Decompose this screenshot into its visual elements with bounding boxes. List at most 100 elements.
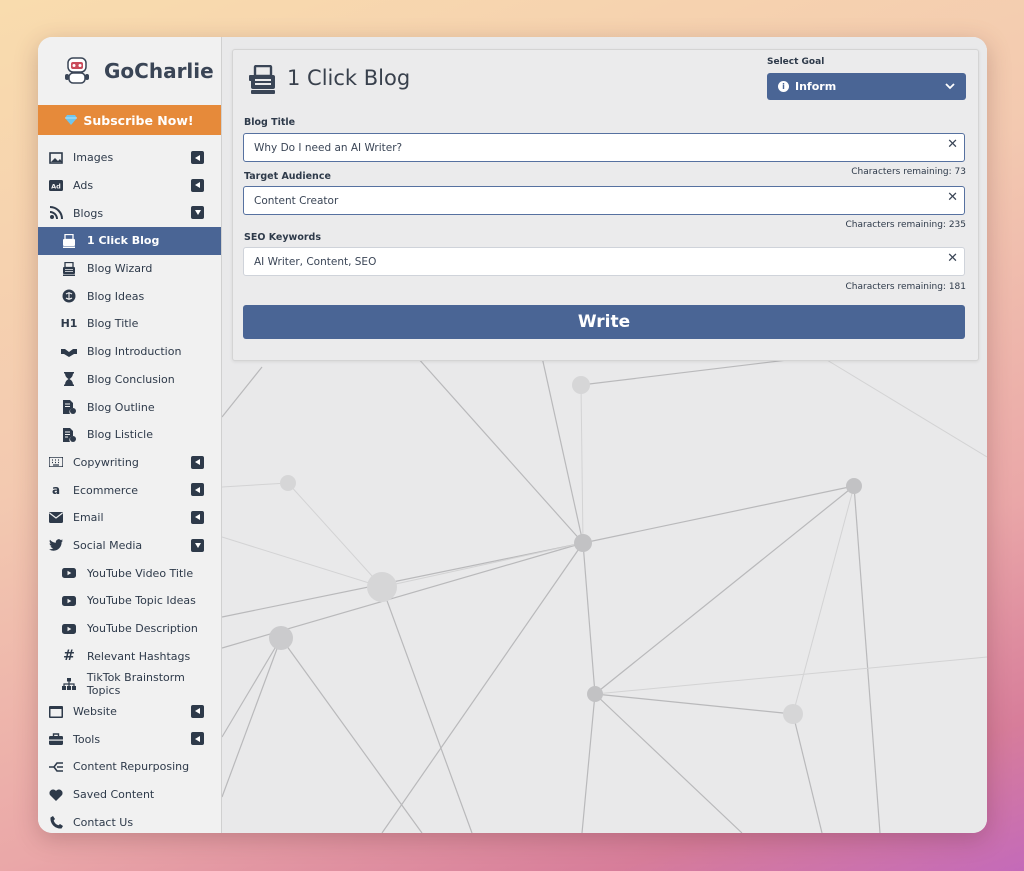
sidebar-item-email[interactable]: Email <box>38 504 221 532</box>
caret-left-icon[interactable] <box>191 455 204 469</box>
sidebar-item-label: Ads <box>73 179 94 193</box>
seo-keywords-label: SEO Keywords <box>244 232 321 243</box>
brain-icon <box>61 288 77 304</box>
sidebar-item-blog-outline[interactable]: Blog Outline <box>38 393 221 421</box>
goal-select[interactable]: i Inform <box>767 73 966 100</box>
keyboard-icon <box>48 454 64 470</box>
caret-left-icon[interactable] <box>191 732 204 746</box>
sidebar-item-blog-introduction[interactable]: Blog Introduction <box>38 338 221 366</box>
goal-value: Inform <box>795 80 837 93</box>
sidebar-item-blog-ideas[interactable]: Blog Ideas <box>38 282 221 310</box>
seo-keywords-input[interactable] <box>244 248 964 275</box>
youtube-icon <box>61 565 77 581</box>
brand[interactable]: GoCharlie <box>38 37 221 105</box>
main-area: 1 Click Blog Select Goal i Inform Blog T… <box>222 37 987 833</box>
sidebar-item-relevant-hashtags[interactable]: # Relevant Hashtags <box>38 642 221 670</box>
typewriter-icon <box>61 261 77 277</box>
sidebar-item-ads[interactable]: Ad Ads <box>38 172 221 200</box>
app-window: GoCharlie Subscribe Now! Images Ad Ads Blog… <box>38 37 987 833</box>
document-list-icon <box>61 427 77 443</box>
youtube-icon <box>61 621 77 637</box>
sidebar-item-label: Images <box>73 151 114 165</box>
target-audience-input[interactable] <box>244 187 964 214</box>
sidebar-item-label: Saved Content <box>73 788 155 802</box>
hashtag-icon: # <box>63 648 75 665</box>
phone-icon <box>48 814 64 830</box>
seo-keywords-remaining: Characters remaining: 181 <box>845 282 967 292</box>
subscribe-label: Subscribe Now! <box>83 112 194 128</box>
sidebar-item-label: YouTube Video Title <box>87 566 194 580</box>
write-button[interactable]: Write <box>243 305 965 339</box>
sidebar: GoCharlie Subscribe Now! Images Ad Ads Blog… <box>38 37 222 833</box>
clear-blog-title-icon[interactable]: ✕ <box>947 137 958 152</box>
ad-icon: Ad <box>48 178 64 194</box>
brand-name: GoCharlie <box>104 59 214 83</box>
caret-left-icon[interactable] <box>191 704 204 718</box>
sidebar-item-website[interactable]: Website <box>38 698 221 726</box>
sidebar-item-label: Blog Conclusion <box>87 372 175 386</box>
caret-left-icon[interactable] <box>191 510 204 524</box>
sidebar-item-label: Blog Outline <box>87 400 155 414</box>
sidebar-item-label: 1 Click Blog <box>87 234 160 248</box>
sidebar-item-tiktok-brainstorm-topics[interactable]: TikTok Brainstorm Topics <box>38 670 221 698</box>
caret-down-icon[interactable] <box>191 206 204 220</box>
sitemap-icon <box>61 676 77 692</box>
sidebar-item-blogs[interactable]: Blogs <box>38 199 221 227</box>
typewriter-icon <box>249 65 275 94</box>
sidebar-item-blog-wizard[interactable]: Blog Wizard <box>38 255 221 283</box>
sidebar-item-ecommerce[interactable]: a Ecommerce <box>38 476 221 504</box>
robot-logo-icon <box>65 57 89 84</box>
caret-down-icon[interactable] <box>191 538 204 552</box>
sidebar-item-label: TikTok Brainstorm Topics <box>86 670 185 697</box>
sidebar-item-youtube-description[interactable]: YouTube Description <box>38 615 221 643</box>
sidebar-item-label: Blog Introduction <box>87 345 182 359</box>
svg-text:Ad: Ad <box>51 182 61 190</box>
sidebar-item-label: Blog Wizard <box>87 262 153 276</box>
sidebar-item-label: Email <box>73 511 104 525</box>
blog-title-remaining: Characters remaining: 73 <box>851 167 966 177</box>
toolbox-icon <box>48 731 64 747</box>
subscribe-button[interactable]: Subscribe Now! <box>38 105 221 135</box>
sidebar-nav: Images Ad Ads Blogs 1 Click Blog Blog Wizard B… <box>38 144 221 833</box>
sidebar-item-label: Website <box>73 705 117 719</box>
sidebar-item-images[interactable]: Images <box>38 144 221 172</box>
sidebar-item-label: Tools <box>73 732 101 746</box>
gem-icon <box>65 115 78 125</box>
goal-label: Select Goal <box>767 57 825 67</box>
sidebar-item-blog-title[interactable]: H1 Blog Title <box>38 310 221 338</box>
sidebar-item-saved-content[interactable]: Saved Content <box>38 781 221 809</box>
sidebar-item-youtube-video-title[interactable]: YouTube Video Title <box>38 559 221 587</box>
blog-icon <box>48 205 64 221</box>
page-title: 1 Click Blog <box>287 66 411 90</box>
sidebar-item-blog-conclusion[interactable]: Blog Conclusion <box>38 366 221 394</box>
twitter-icon <box>48 537 64 553</box>
chevron-down-icon <box>945 83 955 90</box>
blog-title-input[interactable] <box>244 134 964 161</box>
sidebar-item-label: Relevant Hashtags <box>87 649 191 663</box>
sidebar-item-content-repurposing[interactable]: Content Repurposing <box>38 753 221 781</box>
caret-left-icon[interactable] <box>191 178 204 192</box>
sidebar-item-contact-us[interactable]: Contact Us <box>38 809 221 834</box>
caret-left-icon[interactable] <box>191 151 204 164</box>
blog-title-label: Blog Title <box>244 117 296 128</box>
browser-icon <box>48 704 64 720</box>
seo-keywords-field: ✕ <box>243 247 965 276</box>
sidebar-item-label: Social Media <box>73 538 143 552</box>
typewriter-icon <box>61 233 77 249</box>
blog-title-field: ✕ <box>243 133 965 162</box>
sidebar-item-label: YouTube Description <box>87 622 198 636</box>
sidebar-item-label: Blog Title <box>87 317 139 331</box>
clear-seo-keywords-icon[interactable]: ✕ <box>947 251 958 266</box>
sidebar-item-copywriting[interactable]: Copywriting <box>38 449 221 477</box>
sidebar-item-label: Blog Listicle <box>87 428 153 442</box>
sidebar-item-blog-listicle[interactable]: Blog Listicle <box>38 421 221 449</box>
sidebar-item-label: Ecommerce <box>73 483 139 497</box>
clear-target-audience-icon[interactable]: ✕ <box>947 190 958 205</box>
caret-left-icon[interactable] <box>191 483 204 497</box>
branch-icon <box>48 759 64 775</box>
sidebar-item-tools[interactable]: Tools <box>38 725 221 753</box>
sidebar-item-youtube-topic-ideas[interactable]: YouTube Topic Ideas <box>38 587 221 615</box>
sidebar-item-1-click-blog[interactable]: 1 Click Blog <box>38 227 221 255</box>
envelope-icon <box>48 510 64 526</box>
sidebar-item-social-media[interactable]: Social Media <box>38 532 221 560</box>
